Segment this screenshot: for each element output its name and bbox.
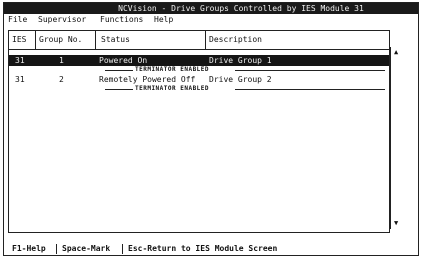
column-divider	[35, 31, 36, 49]
cell-description: Drive Group 1	[209, 56, 272, 65]
table-row-2[interactable]: 31 2 Remotely Powered Off Drive Group 2	[9, 74, 389, 85]
cell-description: Drive Group 2	[209, 75, 272, 84]
header-ies: IES	[12, 35, 27, 44]
header-status: Status	[101, 35, 130, 44]
note-rule	[105, 89, 133, 90]
space-mark-key[interactable]: Space-Mark	[62, 243, 110, 255]
terminator-note-1: TERMINATOR ENABLED	[105, 66, 385, 74]
note-rule	[235, 89, 385, 90]
title-bar: NCVision - Drive Groups Controlled by IE…	[4, 3, 418, 14]
menu-help[interactable]: Help	[154, 14, 173, 25]
menu-bar: File Supervisor Functions Help	[4, 14, 418, 25]
app-window: NCVision - Drive Groups Controlled by IE…	[3, 2, 419, 256]
cell-ies: 31	[15, 75, 25, 84]
note-rule	[105, 70, 133, 71]
header-group-no: Group No.	[39, 35, 83, 44]
cell-group-no: 2	[59, 75, 64, 84]
cell-status: Remotely Powered Off	[99, 75, 196, 84]
vertical-scrollbar[interactable]: ▲ ▼	[390, 47, 404, 229]
column-divider	[95, 31, 96, 49]
cell-group-no: 1	[59, 56, 64, 65]
f1-help-key[interactable]: F1-Help	[12, 243, 46, 255]
footer-divider	[56, 244, 57, 254]
drive-groups-table: IES Group No. Status Description 31 1 Po…	[8, 30, 390, 233]
cell-status: Powered On	[99, 56, 148, 65]
header-description: Description	[209, 35, 262, 44]
terminator-note-2: TERMINATOR ENABLED	[105, 85, 385, 93]
table-row-1[interactable]: 31 1 Powered On Drive Group 1	[9, 55, 389, 66]
note-rule	[235, 70, 385, 71]
menu-file[interactable]: File	[8, 14, 27, 25]
esc-return-key[interactable]: Esc-Return to IES Module Screen	[128, 243, 277, 255]
scroll-down-icon[interactable]: ▼	[394, 220, 398, 227]
footer-divider	[122, 244, 123, 254]
scroll-up-icon[interactable]: ▲	[394, 49, 398, 56]
terminator-label: TERMINATOR ENABLED	[135, 85, 210, 92]
terminator-label: TERMINATOR ENABLED	[135, 66, 210, 73]
table-header: IES Group No. Status Description	[9, 31, 389, 50]
menu-supervisor[interactable]: Supervisor	[38, 14, 86, 25]
menu-functions[interactable]: Functions	[100, 14, 143, 25]
cell-ies: 31	[15, 56, 25, 65]
column-divider	[205, 31, 206, 49]
window-title: NCVision - Drive Groups Controlled by IE…	[118, 4, 364, 13]
